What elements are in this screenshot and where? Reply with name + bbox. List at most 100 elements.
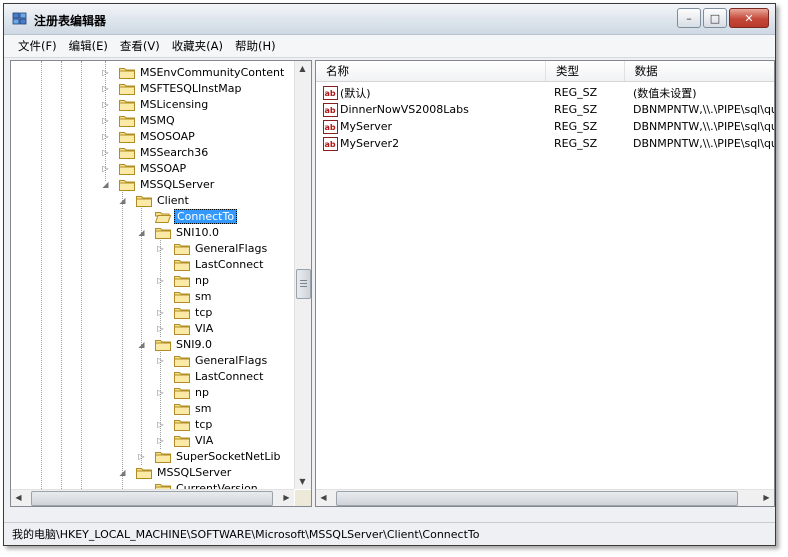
value-row[interactable]: ab DinnerNowVS2008Labs REG_SZ DBNMPNTW,\\.\… bbox=[316, 101, 774, 118]
collapse-arrow-icon[interactable]: ◢ bbox=[137, 228, 146, 237]
tree-node[interactable]: MSOSOAP bbox=[119, 128, 197, 144]
tree-node[interactable]: tcp bbox=[174, 416, 214, 432]
expand-arrow-icon[interactable]: ▷ bbox=[101, 84, 110, 93]
tree-node[interactable]: VIA bbox=[174, 320, 215, 336]
tree-guide-line bbox=[141, 205, 142, 465]
collapse-arrow-icon[interactable]: ◢ bbox=[118, 468, 127, 477]
tree-node[interactable]: sm bbox=[174, 400, 213, 416]
regedit-app-icon bbox=[12, 12, 27, 25]
tree-node[interactable]: GeneralFlags bbox=[174, 352, 269, 368]
list-hscroll-thumb[interactable] bbox=[336, 491, 738, 506]
column-header-type[interactable]: 类型 bbox=[546, 61, 625, 81]
maximize-button[interactable]: □ bbox=[703, 8, 727, 28]
tree-node[interactable]: SNI10.0 bbox=[155, 224, 221, 240]
tree-node[interactable]: Client bbox=[136, 192, 191, 208]
expand-arrow-icon[interactable]: ▷ bbox=[156, 244, 165, 253]
tree-node[interactable]: GeneralFlags bbox=[174, 240, 269, 256]
tree-guide-line bbox=[81, 61, 82, 489]
tree-node[interactable]: VIA bbox=[174, 432, 215, 448]
scroll-right-icon[interactable]: ▶ bbox=[759, 490, 774, 505]
folder-icon bbox=[155, 227, 171, 239]
expand-arrow-icon[interactable]: ▷ bbox=[156, 356, 165, 365]
tree-node[interactable]: MSFTESQLInstMap bbox=[119, 80, 244, 96]
tree-node-label: MSSQLServer bbox=[157, 465, 232, 479]
tree-node[interactable]: np bbox=[174, 384, 211, 400]
expand-arrow-icon[interactable]: ▷ bbox=[156, 436, 165, 445]
title-bar[interactable]: 注册表编辑器 – □ ✕ bbox=[4, 4, 775, 35]
value-type: REG_SZ bbox=[554, 137, 598, 150]
tree-node-label: GeneralFlags bbox=[195, 353, 268, 367]
folder-icon bbox=[174, 419, 190, 431]
menu-favorites[interactable]: 收藏夹(A) bbox=[166, 38, 229, 54]
folder-icon bbox=[174, 403, 190, 415]
list-horizontal-scrollbar[interactable]: ◀ ▶ bbox=[316, 489, 774, 506]
scroll-up-icon[interactable]: ▲ bbox=[295, 61, 310, 76]
close-button[interactable]: ✕ bbox=[729, 8, 769, 28]
tree-hscroll-thumb[interactable] bbox=[31, 491, 273, 506]
tree-vscroll-thumb[interactable] bbox=[296, 269, 311, 299]
expand-arrow-icon[interactable]: ▷ bbox=[156, 276, 165, 285]
tree-guide-line bbox=[122, 189, 123, 489]
tree-node[interactable]: tcp bbox=[174, 304, 214, 320]
expand-arrow-icon[interactable]: ▷ bbox=[101, 68, 110, 77]
menu-file[interactable]: 文件(F) bbox=[12, 38, 63, 54]
tree-node[interactable]: sm bbox=[174, 288, 213, 304]
tree-node[interactable]: MSLicensing bbox=[119, 96, 210, 112]
scroll-left-icon[interactable]: ◀ bbox=[316, 490, 331, 505]
tree-node[interactable]: MSEnvCommunityContent bbox=[119, 64, 286, 80]
column-header-data[interactable]: 数据 bbox=[625, 61, 774, 81]
folder-icon bbox=[174, 291, 190, 303]
value-row[interactable]: ab (默认) REG_SZ (数值未设置) bbox=[316, 84, 774, 101]
expand-arrow-icon[interactable]: ▷ bbox=[101, 148, 110, 157]
tree-node-label: np bbox=[195, 273, 209, 287]
expand-arrow-icon[interactable]: ▷ bbox=[156, 388, 165, 397]
tree-node[interactable]: MSMQ bbox=[119, 112, 177, 128]
expand-arrow-icon[interactable]: ▷ bbox=[156, 420, 165, 429]
tree-node[interactable]: ConnectTo bbox=[155, 208, 238, 224]
tree-node[interactable]: MSSOAP bbox=[119, 160, 188, 176]
key-tree-pane[interactable]: ▷ MSEnvCommunityContent ▷ MSFTESQLInstMap ▷ M… bbox=[10, 60, 312, 507]
value-type: REG_SZ bbox=[554, 86, 598, 99]
expand-arrow-icon[interactable]: ▷ bbox=[101, 100, 110, 109]
expand-arrow-icon[interactable]: ▷ bbox=[101, 116, 110, 125]
tree-node[interactable]: SNI9.0 bbox=[155, 336, 214, 352]
list-header: 名称 类型 数据 bbox=[316, 61, 774, 82]
value-row[interactable]: ab MyServer REG_SZ DBNMPNTW,\\.\PIPE\sql\qu… bbox=[316, 118, 774, 135]
menu-help[interactable]: 帮助(H) bbox=[229, 38, 282, 54]
scroll-right-icon[interactable]: ▶ bbox=[279, 490, 294, 505]
collapse-arrow-icon[interactable]: ◢ bbox=[101, 180, 110, 189]
value-list-pane[interactable]: 名称 类型 数据 ab (默认) REG_SZ (数值未设置) ab DinnerNowV… bbox=[315, 60, 775, 507]
minimize-button[interactable]: – bbox=[677, 8, 701, 28]
scroll-left-icon[interactable]: ◀ bbox=[11, 490, 26, 505]
column-header-name[interactable]: 名称 bbox=[316, 61, 546, 81]
value-name: MyServer bbox=[340, 120, 393, 133]
window-title: 注册表编辑器 bbox=[34, 14, 107, 28]
expand-arrow-icon[interactable]: ▷ bbox=[101, 164, 110, 173]
expand-arrow-icon[interactable]: ▷ bbox=[137, 452, 146, 461]
menu-view[interactable]: 查看(V) bbox=[114, 38, 166, 54]
tree-node[interactable]: np bbox=[174, 272, 211, 288]
menu-edit[interactable]: 编辑(E) bbox=[63, 38, 114, 54]
tree-node[interactable]: LastConnect bbox=[174, 256, 265, 272]
svg-text:ab: ab bbox=[325, 106, 336, 115]
scroll-down-icon[interactable]: ▼ bbox=[295, 474, 310, 489]
expand-arrow-icon[interactable]: ▷ bbox=[156, 308, 165, 317]
expand-arrow-icon[interactable]: ▷ bbox=[101, 132, 110, 141]
expand-arrow-icon[interactable]: ▷ bbox=[156, 324, 165, 333]
tree-node[interactable]: CurrentVersion bbox=[155, 480, 260, 489]
collapse-arrow-icon[interactable]: ◢ bbox=[137, 340, 146, 349]
tree-node-label: LastConnect bbox=[195, 369, 264, 383]
tree-node-label: MSEnvCommunityContent bbox=[140, 65, 285, 79]
tree-node[interactable]: MSSQLServer bbox=[136, 464, 233, 480]
tree-node[interactable]: SuperSocketNetLib bbox=[155, 448, 283, 464]
tree-node[interactable]: LastConnect bbox=[174, 368, 265, 384]
tree-node[interactable]: MSSQLServer bbox=[119, 176, 216, 192]
menu-bar: 文件(F) 编辑(E) 查看(V) 收藏夹(A) 帮助(H) bbox=[4, 35, 775, 58]
value-type: REG_SZ bbox=[554, 103, 598, 116]
collapse-arrow-icon[interactable]: ◢ bbox=[118, 196, 127, 205]
tree-horizontal-scrollbar[interactable]: ◀ ▶ bbox=[11, 489, 294, 506]
status-bar: 我的电脑\HKEY_LOCAL_MACHINE\SOFTWARE\Microso… bbox=[4, 522, 775, 545]
tree-node[interactable]: MSSearch36 bbox=[119, 144, 210, 160]
tree-vertical-scrollbar[interactable]: ▲ ▼ bbox=[294, 61, 311, 489]
value-row[interactable]: ab MyServer2 REG_SZ DBNMPNTW,\\.\PIPE\sql\q… bbox=[316, 135, 774, 152]
